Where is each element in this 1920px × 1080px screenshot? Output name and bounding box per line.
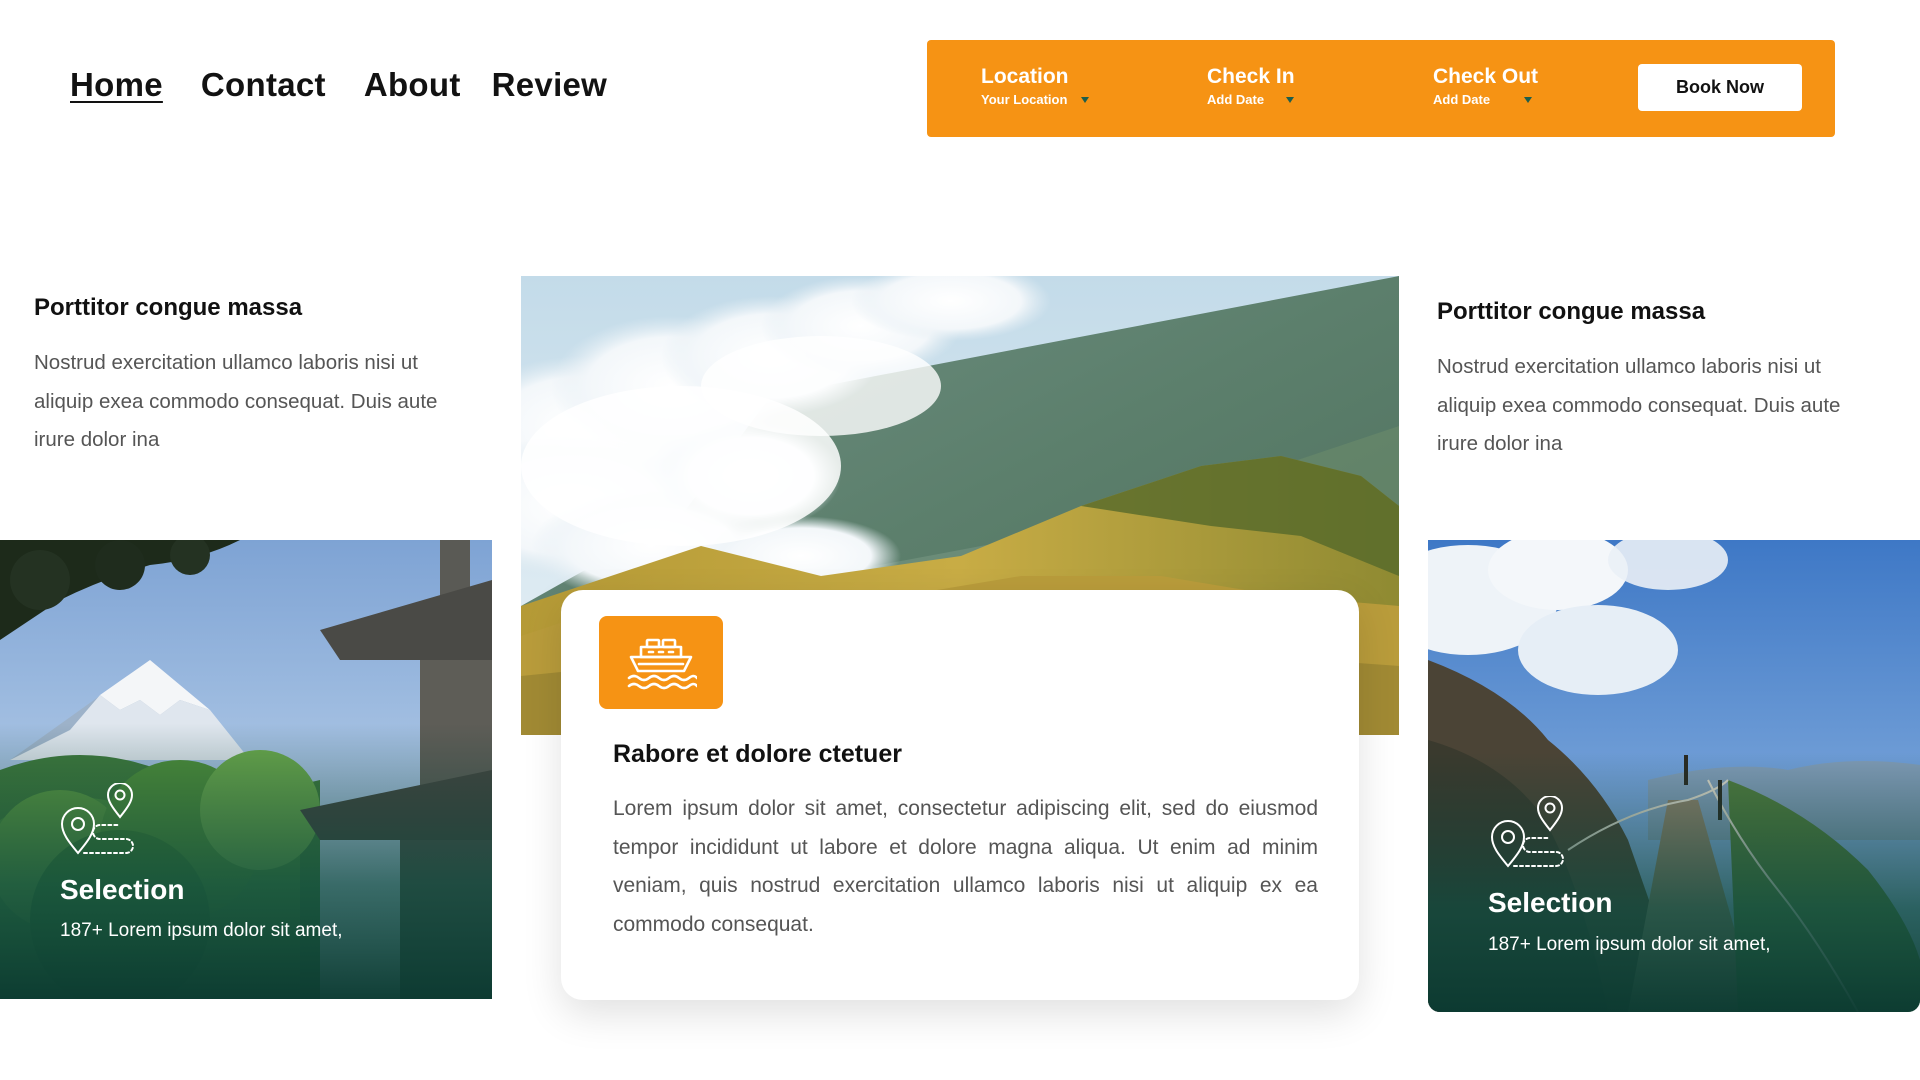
check-out-dropdown[interactable]: Check Out Add Date — [1433, 64, 1538, 107]
left-text-body: Nostrud exercitation ullamco laboris nis… — [34, 351, 438, 451]
check-in-value: Add Date — [1207, 92, 1265, 107]
right-text-body: Nostrud exercitation ullamco laboris nis… — [1437, 355, 1841, 455]
location-value: Your Location — [981, 92, 1068, 107]
check-in-dropdown[interactable]: Check In Add Date — [1207, 64, 1295, 107]
left-selection-card[interactable]: Selection 187+ Lorem ipsum dolor sit ame… — [0, 540, 492, 999]
map-route-icon — [1490, 796, 1564, 868]
nav-link-home[interactable]: Home — [70, 66, 163, 104]
caret-down-icon — [1286, 96, 1295, 103]
left-text-heading: Porttitor congue massa — [34, 294, 303, 321]
nav-link-contact[interactable]: Contact — [201, 66, 326, 104]
main-nav: Home Contact About Review — [70, 66, 607, 104]
left-card-subtitle: 187+ Lorem ipsum dolor sit amet, — [60, 920, 343, 941]
check-out-value: Add Date — [1433, 92, 1491, 107]
right-selection-card[interactable]: Selection 187+ Lorem ipsum dolor sit ame… — [1428, 540, 1920, 1012]
right-card-subtitle: 187+ Lorem ipsum dolor sit amet, — [1488, 934, 1771, 955]
left-text-block: Porttitor congue massa Nostrud exercitat… — [34, 294, 474, 460]
feature-card-body: Lorem ipsum dolor sit amet, consectetur … — [613, 797, 1318, 936]
book-now-button[interactable]: Book Now — [1638, 64, 1802, 111]
check-in-label: Check In — [1207, 65, 1295, 88]
ship-icon — [627, 638, 697, 689]
nav-link-review[interactable]: Review — [492, 66, 608, 104]
feature-card-title: Rabore et dolore ctetuer — [613, 740, 902, 768]
left-card-title: Selection — [60, 874, 185, 905]
location-dropdown[interactable]: Location Your Location — [981, 64, 1090, 107]
location-label: Location — [981, 65, 1069, 88]
nav-link-about[interactable]: About — [364, 66, 461, 104]
right-text-heading: Porttitor congue massa — [1437, 298, 1706, 325]
right-card-title: Selection — [1488, 887, 1613, 918]
map-route-icon — [60, 783, 134, 855]
feature-card: Rabore et dolore ctetuer Lorem ipsum dol… — [561, 590, 1359, 1000]
caret-down-icon — [1524, 96, 1533, 103]
caret-down-icon — [1081, 96, 1090, 103]
ship-icon-box — [599, 616, 723, 709]
check-out-label: Check Out — [1433, 65, 1539, 88]
booking-bar: Location Your Location Check In Add Date… — [927, 40, 1835, 137]
right-text-block: Porttitor congue massa Nostrud exercitat… — [1437, 298, 1877, 464]
